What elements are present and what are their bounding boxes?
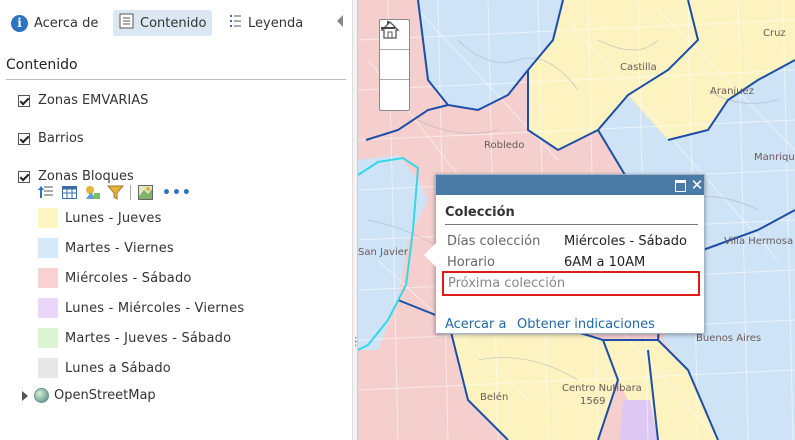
legend-item: Miércoles - Sábado: [38, 268, 192, 288]
splitter-grip-icon[interactable]: ::: [354, 335, 357, 349]
legend-swatch: [38, 268, 58, 288]
info-icon: i: [11, 14, 28, 32]
tab-about[interactable]: i Acerca de: [5, 10, 104, 36]
legend-swatch: [38, 358, 58, 378]
close-icon[interactable]: ✕: [690, 178, 704, 193]
globe-icon: [34, 388, 49, 403]
legend-label: Lunes - Jueves: [65, 210, 162, 226]
filter-icon[interactable]: [106, 184, 125, 201]
zoom-to-link[interactable]: Acercar a: [445, 317, 506, 332]
layer-zonas-bloques-checkbox[interactable]: [18, 170, 30, 183]
popup-divider: [445, 224, 698, 225]
layer-zonas-emvarias-checkbox[interactable]: [18, 94, 30, 107]
legend-item: Martes - Jueves - Sábado: [38, 328, 231, 348]
map-label-belen: Belén: [480, 392, 509, 403]
map-label-centro: Centro Nutibara: [562, 383, 642, 394]
map-label-cruz: Cruz: [763, 28, 786, 39]
tools-divider: [130, 185, 131, 200]
layer-zonas-emvarias: Zonas EMVARIAS: [18, 93, 148, 108]
move-up-icon[interactable]: [38, 184, 55, 201]
tab-legend-label: Leyenda: [248, 15, 304, 31]
legend-item: Martes - Viernes: [38, 238, 174, 258]
sidebar-tabbar: i Acerca de Contenido Leyenda: [0, 0, 352, 44]
popup-title: Colección: [445, 205, 515, 220]
tab-about-label: Acerca de: [34, 15, 99, 31]
layer-name: Zonas Bloques: [38, 169, 134, 184]
panel-title: Contenido: [6, 57, 78, 73]
legend-item: Lunes - Jueves: [38, 208, 162, 228]
field-label-dias: Días colección: [447, 234, 541, 249]
map-label-number: 1569: [580, 396, 606, 407]
layer-barrios: Barrios: [18, 131, 84, 146]
popup-pointer: [424, 243, 436, 267]
layer-name: Barrios: [38, 131, 84, 146]
panel-divider: [6, 79, 346, 80]
map-label-robledo: Robledo: [484, 140, 525, 151]
next-collection-highlight: Próxima colección: [442, 271, 700, 296]
attribute-table-icon[interactable]: [61, 184, 78, 201]
minus-icon: [381, 27, 395, 29]
legend-swatch: [38, 238, 58, 258]
layer-zonas-bloques: Zonas Bloques: [18, 169, 134, 184]
collapse-sidebar-arrow-icon[interactable]: [337, 15, 343, 27]
legend-item: Lunes - Miércoles - Viernes: [38, 298, 244, 318]
legend-item: Lunes a Sábado: [38, 358, 171, 378]
map-label-aranjuez: Aranjuez: [710, 86, 754, 97]
field-value-dias: Miércoles - Sábado: [564, 234, 687, 249]
feature-popup: ✕ Colección Días colección Miércoles - S…: [424, 174, 705, 334]
layer-basemap[interactable]: OpenStreetMap: [22, 388, 156, 403]
map-label-castilla: Castilla: [620, 62, 657, 73]
maximize-icon[interactable]: [673, 178, 687, 192]
map-label-villa-hermosa: Villa Hermosa: [724, 236, 794, 247]
basemap-thumbnail-icon[interactable]: [137, 184, 154, 201]
legend-label: Martes - Viernes: [65, 240, 174, 256]
tab-content-label: Contenido: [140, 15, 207, 31]
field-label-proxima: Próxima colección: [448, 276, 566, 291]
layer-barrios-checkbox[interactable]: [18, 132, 30, 145]
field-value-horario: 6AM a 10AM: [564, 255, 646, 270]
zoom-control: [379, 19, 410, 111]
legend-label: Lunes a Sábado: [65, 360, 171, 376]
field-label-horario: Horario: [447, 255, 495, 270]
legend-swatch: [38, 298, 58, 318]
map-label-buenos-aires: Buenos Aires: [696, 333, 762, 344]
legend-label: Lunes - Miércoles - Viernes: [65, 300, 245, 316]
expand-arrow-icon[interactable]: [22, 390, 28, 401]
contents-sidebar: i Acerca de Contenido Leyenda Contenido …: [0, 0, 352, 440]
legend-label: Martes - Jueves - Sábado: [65, 330, 232, 346]
content-icon: [119, 13, 134, 33]
zoom-out-button[interactable]: [380, 27, 409, 110]
popup-header: ✕: [436, 175, 704, 195]
legend-swatch: [38, 208, 58, 228]
home-button[interactable]: [380, 21, 409, 80]
map-label-san-javier: San Javier: [358, 247, 409, 258]
map-label-manrique: Manrique: [754, 152, 795, 163]
tab-legend[interactable]: Leyenda: [223, 10, 309, 36]
more-options-icon[interactable]: •••: [162, 185, 192, 201]
layer-tools: •••: [38, 184, 192, 201]
tab-content[interactable]: Contenido: [113, 10, 213, 36]
legend-label: Miércoles - Sábado: [65, 270, 192, 286]
style-icon[interactable]: [84, 184, 101, 201]
legend-swatch: [38, 328, 58, 348]
layer-name: Zonas EMVARIAS: [38, 93, 149, 108]
legend-list-icon: [229, 14, 242, 32]
get-directions-link[interactable]: Obtener indicaciones: [517, 317, 655, 332]
basemap-name: OpenStreetMap: [54, 388, 156, 403]
